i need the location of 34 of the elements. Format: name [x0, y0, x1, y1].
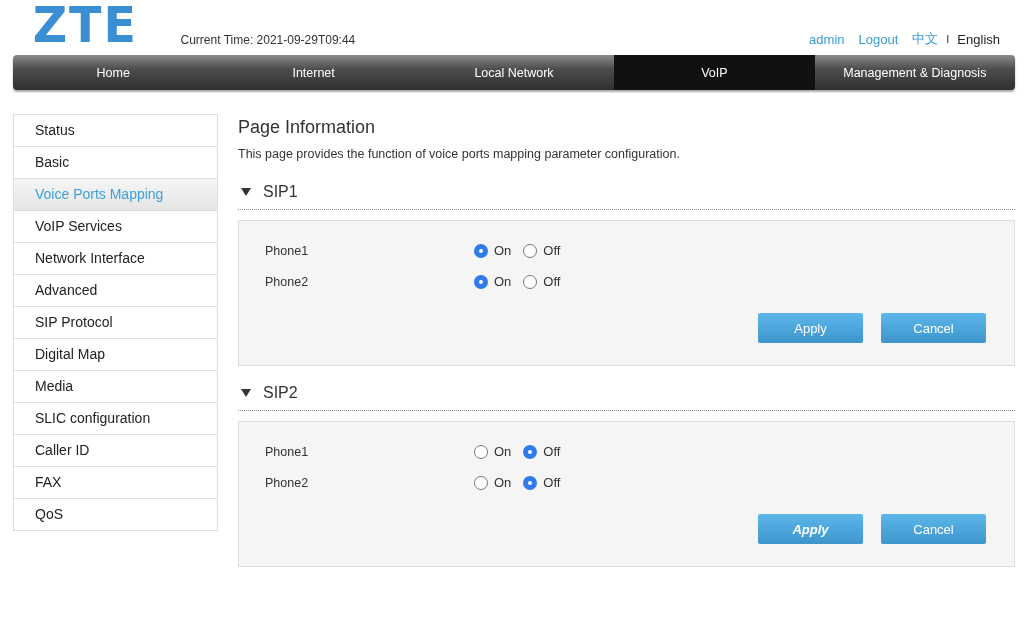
page-description: This page provides the function of voice ports mapping parameter configuration. [238, 147, 681, 161]
field-label: Phone1 [265, 243, 310, 258]
radio-button[interactable] [474, 475, 488, 490]
radio-label: Off [543, 444, 561, 459]
nav-tab[interactable]: Local Network [413, 55, 615, 90]
language-link[interactable]: English [957, 31, 1000, 47]
collapse-triangle-icon[interactable] [241, 187, 251, 197]
radio-label: Off [543, 475, 561, 490]
nav-tab[interactable]: Home [13, 55, 214, 90]
field-label: Phone2 [265, 274, 310, 289]
radio-label: On [494, 274, 512, 289]
radio-label: Off [543, 243, 561, 258]
radio-label: On [494, 475, 512, 490]
collapse-triangle-icon[interactable] [241, 388, 251, 398]
radio-label: Off [543, 274, 561, 289]
current-time: Current Time: 2021-09-29T09:44 [180, 33, 356, 47]
field-label: Phone1 [265, 444, 310, 459]
section-title: SIP1 [263, 183, 298, 201]
nav-tab[interactable]: VoIP [614, 55, 815, 90]
radio-button[interactable] [474, 274, 488, 289]
field-label: Phone2 [265, 475, 310, 490]
nav-tab[interactable]: Internet [213, 55, 414, 90]
language-separator: I [946, 33, 950, 45]
radio-button[interactable] [523, 243, 538, 258]
radio-button[interactable] [474, 444, 488, 459]
section-title: SIP2 [263, 384, 298, 402]
nav-tab[interactable]: Management & Diagnosis [814, 55, 1015, 90]
logo: ZTE [32, 0, 138, 50]
radio-button[interactable] [523, 274, 538, 289]
radio-button[interactable] [474, 243, 488, 258]
radio-label: On [494, 243, 512, 258]
radio-button[interactable] [523, 475, 538, 490]
radio-label: On [494, 444, 512, 459]
page-title: Page Information [238, 117, 377, 138]
